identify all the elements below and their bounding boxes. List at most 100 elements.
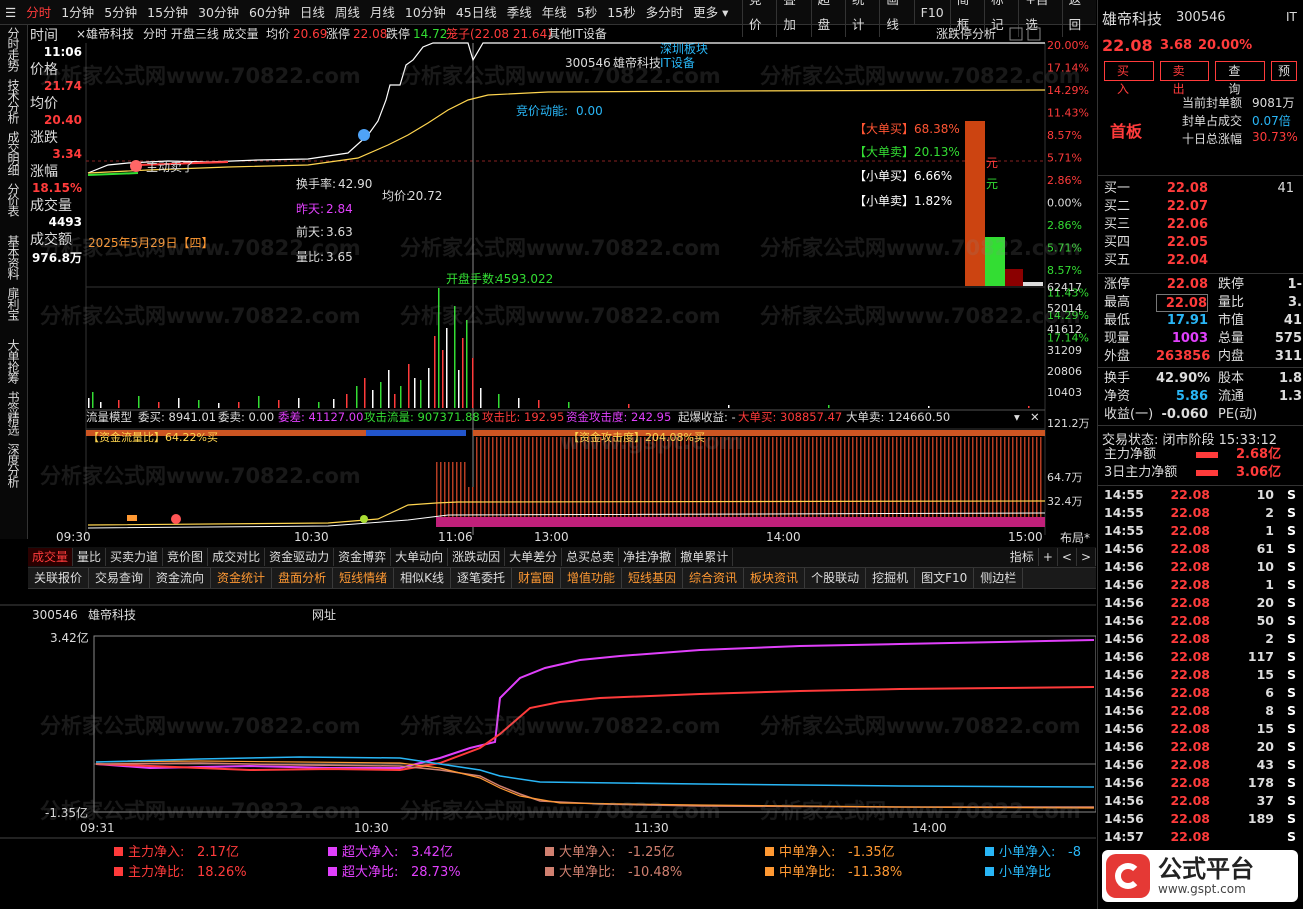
indicator-tab-12[interactable]: 撤单累计: [676, 548, 734, 566]
indicator-tab-11[interactable]: 净挂净撤: [619, 548, 677, 566]
pre-button[interactable]: 预: [1270, 61, 1297, 81]
period-tab-3[interactable]: 15分钟: [142, 0, 193, 24]
volume-bar: [442, 350, 444, 408]
function-button-6[interactable]: 相似K线: [394, 568, 451, 588]
sidebar-item-7[interactable]: 书签精选: [0, 389, 26, 441]
flow-bar: [872, 437, 874, 517]
menu-icon[interactable]: ☰: [0, 0, 21, 24]
indicator-tab-0[interactable]: 成交量: [28, 548, 74, 566]
flow-bar: [616, 437, 618, 517]
intraday-chart[interactable]: × 雄帝科技 分时 开盘三线 成交量 均价 20.69 涨停 22.08 跌停 …: [28, 25, 1096, 547]
order-book: 买一 22.08 41 买二 22.07 买三 22.06 买四 22.05 买五 22.04: [1098, 176, 1303, 274]
sidebar-item-5[interactable]: 扉利宝: [0, 285, 26, 337]
indicator-tab-9[interactable]: 大单差分: [505, 548, 563, 566]
tab-control-2[interactable]: <: [1058, 548, 1077, 566]
period-tab-2[interactable]: 5分钟: [99, 0, 142, 24]
function-button-9[interactable]: 增值功能: [561, 568, 623, 588]
fund-flow-chart[interactable]: 300546 雄帝科技 网址 3.42亿 -1.35亿 09:31 10:30 11…: [0, 598, 1096, 909]
period-tab-8[interactable]: 月线: [365, 0, 400, 24]
legend-swatch: [114, 847, 123, 856]
close-icon-2[interactable]: ✕: [1030, 410, 1040, 424]
tick-list[interactable]: 14:55 22.08 10 S 14:55 22.08 2 S 14:55 22.08 1 S 14:…: [1098, 486, 1303, 846]
period-tab-7[interactable]: 周线: [330, 0, 365, 24]
indicator-tab-10[interactable]: 总买总卖: [562, 548, 620, 566]
volratio-value: 3.65: [326, 250, 353, 264]
query-button[interactable]: 查询: [1215, 61, 1265, 96]
tool-button-5[interactable]: F10: [913, 0, 950, 25]
tick-volume: 43: [1256, 757, 1274, 772]
tab-control-0[interactable]: 指标: [1006, 548, 1039, 566]
indicator-tab-3[interactable]: 竞价图: [163, 548, 209, 566]
function-button-7[interactable]: 逐笔委托: [451, 568, 512, 588]
sidebar-item-2[interactable]: 成交明细: [0, 129, 26, 181]
indicator-tab-4[interactable]: 成交对比: [208, 548, 266, 566]
tick-row: 14:56 22.08 2 S: [1098, 630, 1303, 648]
function-button-5[interactable]: 短线情绪: [333, 568, 395, 588]
close-icon[interactable]: ×: [76, 27, 86, 41]
sell-button[interactable]: 卖出: [1159, 61, 1210, 96]
function-button-2[interactable]: 资金流向: [150, 568, 212, 588]
function-button-14[interactable]: 挖掘机: [866, 568, 916, 588]
function-button-8[interactable]: 财富圈: [512, 568, 561, 588]
yday-label: 昨天:: [296, 202, 324, 216]
period-tab-16[interactable]: 更多 ▾: [688, 0, 733, 24]
indicator-tab-7[interactable]: 大单动向: [391, 548, 449, 566]
function-button-4[interactable]: 盘面分析: [272, 568, 334, 588]
period-tab-13[interactable]: 5秒: [572, 0, 602, 24]
period-tab-10[interactable]: 45日线: [451, 0, 502, 24]
flow-bar: [996, 437, 998, 517]
function-button-15[interactable]: 图文F10: [915, 568, 975, 588]
tick-volume: 1: [1265, 577, 1274, 592]
period-tab-4[interactable]: 30分钟: [193, 0, 244, 24]
period-tab-1[interactable]: 1分钟: [56, 0, 99, 24]
function-button-11[interactable]: 综合资讯: [683, 568, 745, 588]
sidebar-item-0[interactable]: 分时走势: [0, 25, 26, 77]
tab-control-3[interactable]: >: [1077, 548, 1096, 566]
sidebar-item-6[interactable]: 大单抢筹: [0, 337, 26, 389]
function-button-16[interactable]: 侧边栏: [974, 568, 1024, 588]
period-tab-14[interactable]: 15秒: [602, 0, 640, 24]
sidebar-item-1[interactable]: 技术分析: [0, 77, 26, 129]
function-button-0[interactable]: 关联报价: [28, 568, 90, 588]
buy-button[interactable]: 买入: [1104, 61, 1154, 96]
sidebar-item-3[interactable]: 分价表: [0, 181, 26, 233]
period-tab-0[interactable]: 分时: [21, 0, 56, 24]
period-tab-15[interactable]: 多分时: [641, 0, 689, 24]
period-tab-5[interactable]: 60分钟: [244, 0, 295, 24]
period-tab-12[interactable]: 年线: [537, 0, 572, 24]
dropdown-icon[interactable]: ▾: [1014, 410, 1020, 424]
flow-bar: [896, 437, 898, 517]
sidebar-item-8[interactable]: 深度分析: [0, 441, 26, 493]
function-button-3[interactable]: 资金统计: [211, 568, 273, 588]
period-tab-6[interactable]: 日线: [295, 0, 330, 24]
settings-icon[interactable]: [1009, 27, 1023, 41]
limit-analysis-button[interactable]: 涨跌停分析: [936, 26, 996, 41]
flow-bar: [740, 437, 742, 517]
indicator-tab-2[interactable]: 买卖力道: [106, 548, 164, 566]
indicator-tab-5[interactable]: 资金驱动力: [265, 548, 335, 566]
layout-button[interactable]: 布局*: [1060, 531, 1090, 545]
indicator-tab-8[interactable]: 涨跌动因: [448, 548, 506, 566]
tab-control-1[interactable]: +: [1039, 548, 1058, 566]
function-button-10[interactable]: 短线基因: [622, 568, 684, 588]
indicator-tab-1[interactable]: 量比: [73, 548, 107, 566]
flow-wb: 委买: 8941.01: [138, 410, 216, 424]
stat-row: 换手 42.90% 股本 1.8: [1098, 370, 1303, 388]
tick-row: 14:57 22.08 S: [1098, 828, 1303, 846]
volume-scale-tick: 10403: [1047, 386, 1082, 399]
function-button-13[interactable]: 个股联动: [805, 568, 867, 588]
period-tab-11[interactable]: 季线: [502, 0, 537, 24]
sidebar-item-4[interactable]: 基本资料: [0, 233, 26, 285]
function-button-12[interactable]: 板块资讯: [744, 568, 806, 588]
dbyday-label: 前天:: [296, 224, 324, 239]
tick-time: 14:56: [1104, 685, 1144, 700]
stat-value: 1003: [1171, 331, 1208, 346]
stat-label: 换手: [1104, 371, 1131, 386]
legend-label: 小单净比: [999, 865, 1051, 880]
close-panel-icon[interactable]: [1027, 27, 1041, 41]
flow-bar: [712, 437, 714, 517]
chart-annotations: 深圳板块 300546 雄帝科技 IT设备 竞价动能: 0.00 主动卖了 换手…: [88, 42, 998, 286]
function-button-1[interactable]: 交易查询: [89, 568, 151, 588]
indicator-tab-6[interactable]: 资金博弈: [334, 548, 392, 566]
period-tab-9[interactable]: 10分钟: [400, 0, 451, 24]
